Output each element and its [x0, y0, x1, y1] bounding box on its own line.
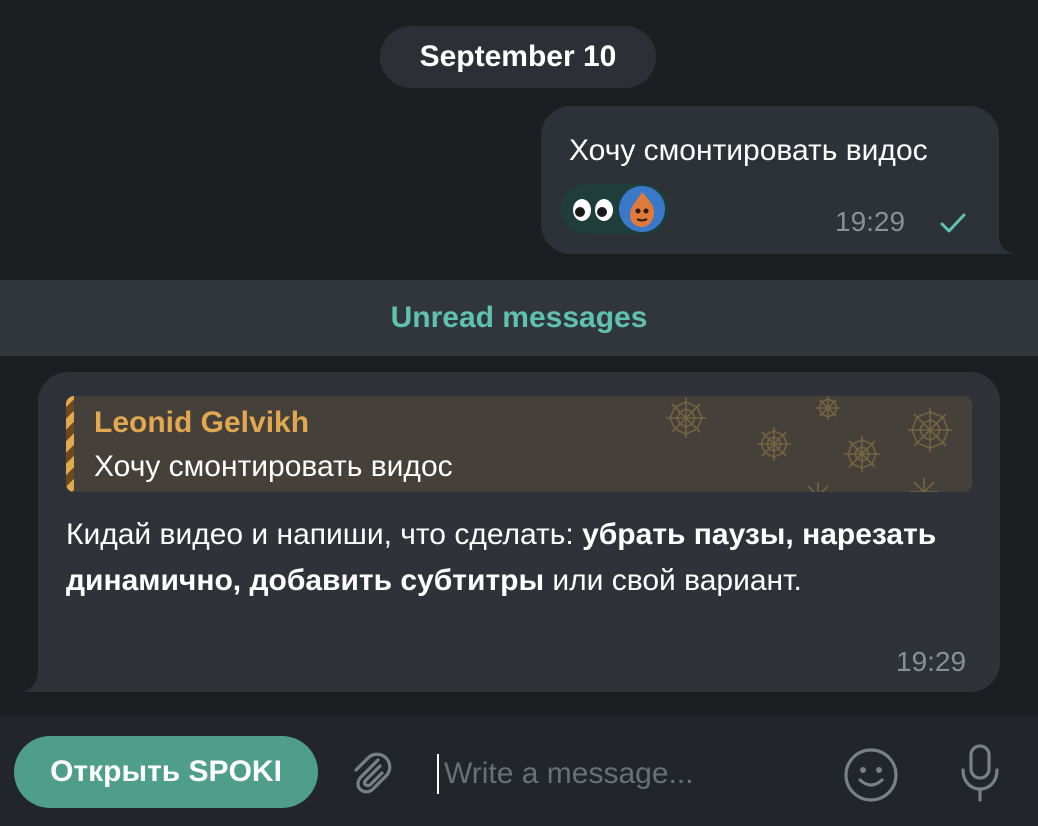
eyes-emoji-icon: [573, 199, 613, 221]
incoming-message[interactable]: Leonid Gelvikh Хочу смонтировать видос К…: [38, 372, 1000, 692]
reactions[interactable]: [561, 184, 669, 234]
outgoing-message-text: Хочу смонтировать видос: [569, 134, 928, 167]
bold-separator: ,: [232, 564, 250, 597]
reply-quote[interactable]: Leonid Gelvikh Хочу смонтировать видос: [66, 396, 972, 492]
message-text-part: Кидай видео и напиши, что сделать:: [66, 518, 583, 551]
unread-messages-divider: Unread messages: [0, 280, 1038, 356]
paperclip-icon[interactable]: [344, 746, 396, 798]
incoming-message-text: Кидай видео и напиши, что сделать: убрат…: [66, 512, 966, 604]
incoming-message-time: 19:29: [896, 646, 967, 677]
quote-text: Хочу смонтировать видос: [94, 450, 453, 483]
incoming-bubble-tail: [22, 670, 48, 692]
message-composer: Открыть SPOKI: [0, 716, 1038, 826]
bold-option-subtitles: добавить субтитры: [249, 564, 545, 597]
outgoing-message-time: 19:29: [835, 206, 906, 237]
message-input[interactable]: [442, 748, 816, 800]
date-separator: September 10: [380, 26, 656, 88]
message-text-part: или свой вариант.: [544, 564, 802, 597]
outgoing-message[interactable]: Хочу смонтировать видос 19:29: [541, 106, 999, 254]
bold-separator: ,: [785, 518, 803, 551]
reaction-avatar: [619, 186, 665, 232]
text-cursor: [437, 754, 439, 794]
open-spoki-button[interactable]: Открыть SPOKI: [14, 736, 318, 808]
quote-author: Leonid Gelvikh: [94, 406, 310, 439]
microphone-icon[interactable]: [956, 742, 1004, 804]
bold-option-remove-pauses: убрать паузы: [582, 518, 786, 551]
emoji-icon[interactable]: [842, 746, 900, 804]
outgoing-bubble-tail: [990, 232, 1014, 254]
checkmark-icon: [940, 213, 966, 233]
